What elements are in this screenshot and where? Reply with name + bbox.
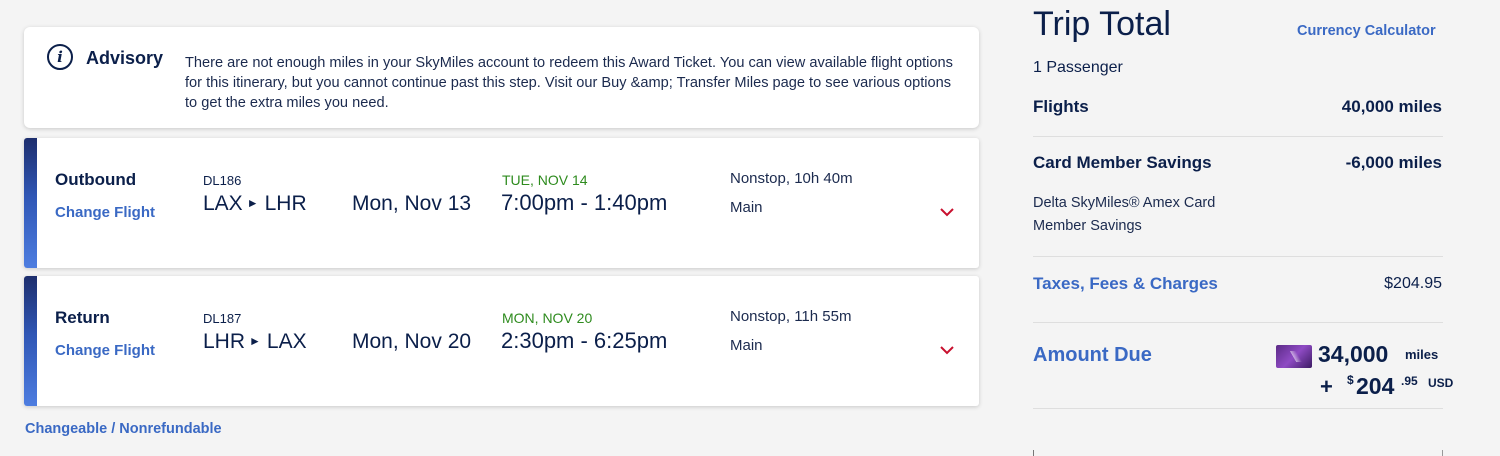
panel-edge-mark <box>1442 450 1443 456</box>
advisory-message: There are not enough miles in your SkyMi… <box>185 55 953 111</box>
route: LHR ► LAX <box>203 330 307 354</box>
amount-due-miles: 34,000 <box>1318 341 1389 367</box>
origin-airport: LAX <box>203 192 243 215</box>
currency-calculator-link[interactable]: Currency Calculator <box>1297 23 1436 39</box>
amount-due-miles-unit: miles <box>1405 347 1439 362</box>
route: LAX ► LHR <box>203 192 307 216</box>
return-flight-card: Return Change Flight DL187 LHR ► LAX Mon, … <box>24 276 979 406</box>
flight-number: DL186 <box>203 173 242 188</box>
card-savings-value: -6,000 miles <box>1345 153 1442 172</box>
amount-due-currency: USD <box>1428 376 1454 390</box>
credit-card-icon <box>1276 345 1312 368</box>
chevron-down-icon[interactable] <box>939 206 955 218</box>
origin-airport: LHR <box>203 330 246 353</box>
flight-times: 2:30pm - 6:25pm <box>501 328 668 353</box>
amount-due-label: Amount Due <box>1033 344 1152 366</box>
amount-due-cents: .95 <box>1401 374 1418 388</box>
change-flight-link[interactable]: Change Flight <box>55 342 155 359</box>
divider <box>1033 408 1443 409</box>
flight-number: DL187 <box>203 311 242 326</box>
divider <box>1033 256 1443 257</box>
cabin-class: Main <box>730 199 763 216</box>
cabin-class: Main <box>730 337 763 354</box>
flights-value: 40,000 miles <box>1341 97 1442 116</box>
arrival-day: MON, NOV 20 <box>502 310 593 326</box>
outbound-flight-card: Outbound Change Flight DL186 LAX ► LHR Mon… <box>24 138 979 268</box>
card-accent-bar <box>24 276 37 406</box>
card-accent-bar <box>24 138 37 268</box>
amount-due-dollars: 204 <box>1356 373 1395 399</box>
amount-due-plus: + <box>1320 374 1333 399</box>
chevron-down-icon[interactable] <box>939 344 955 356</box>
change-flight-link[interactable]: Change Flight <box>55 204 155 221</box>
arrival-day: TUE, NOV 14 <box>502 172 588 188</box>
departure-date: Mon, Nov 13 <box>352 192 472 215</box>
taxes-fees-link[interactable]: Taxes, Fees & Charges <box>1033 274 1218 294</box>
panel-edge-mark <box>1033 450 1034 456</box>
leg-label: Return <box>55 308 110 327</box>
taxes-fees-value: $204.95 <box>1384 275 1442 292</box>
flights-label: Flights <box>1033 97 1089 116</box>
destination-airport: LAX <box>266 330 307 353</box>
route-arrow-icon: ► <box>246 196 259 210</box>
leg-label: Outbound <box>55 170 137 189</box>
route-arrow-icon: ► <box>249 334 261 348</box>
card-savings-description: Delta SkyMiles® Amex Card Member Savings <box>1033 195 1216 234</box>
flight-times: 7:00pm - 1:40pm <box>501 190 668 215</box>
trip-total-title: Trip Total <box>1033 5 1171 43</box>
card-savings-label: Card Member Savings <box>1033 153 1212 172</box>
departure-date: Mon, Nov 20 <box>352 330 472 353</box>
stops-duration: Nonstop, 10h 40m <box>730 170 853 187</box>
info-icon: i <box>47 44 73 70</box>
divider <box>1033 322 1443 323</box>
destination-airport: LHR <box>264 192 307 215</box>
advisory-title: Advisory <box>86 48 164 68</box>
passenger-count: 1 Passenger <box>1033 59 1123 76</box>
stops-duration: Nonstop, 11h 55m <box>730 308 852 325</box>
amount-due-dollar-sign: $ <box>1347 373 1354 387</box>
fare-rules-link[interactable]: Changeable / Nonrefundable <box>25 421 222 437</box>
divider <box>1033 136 1443 137</box>
